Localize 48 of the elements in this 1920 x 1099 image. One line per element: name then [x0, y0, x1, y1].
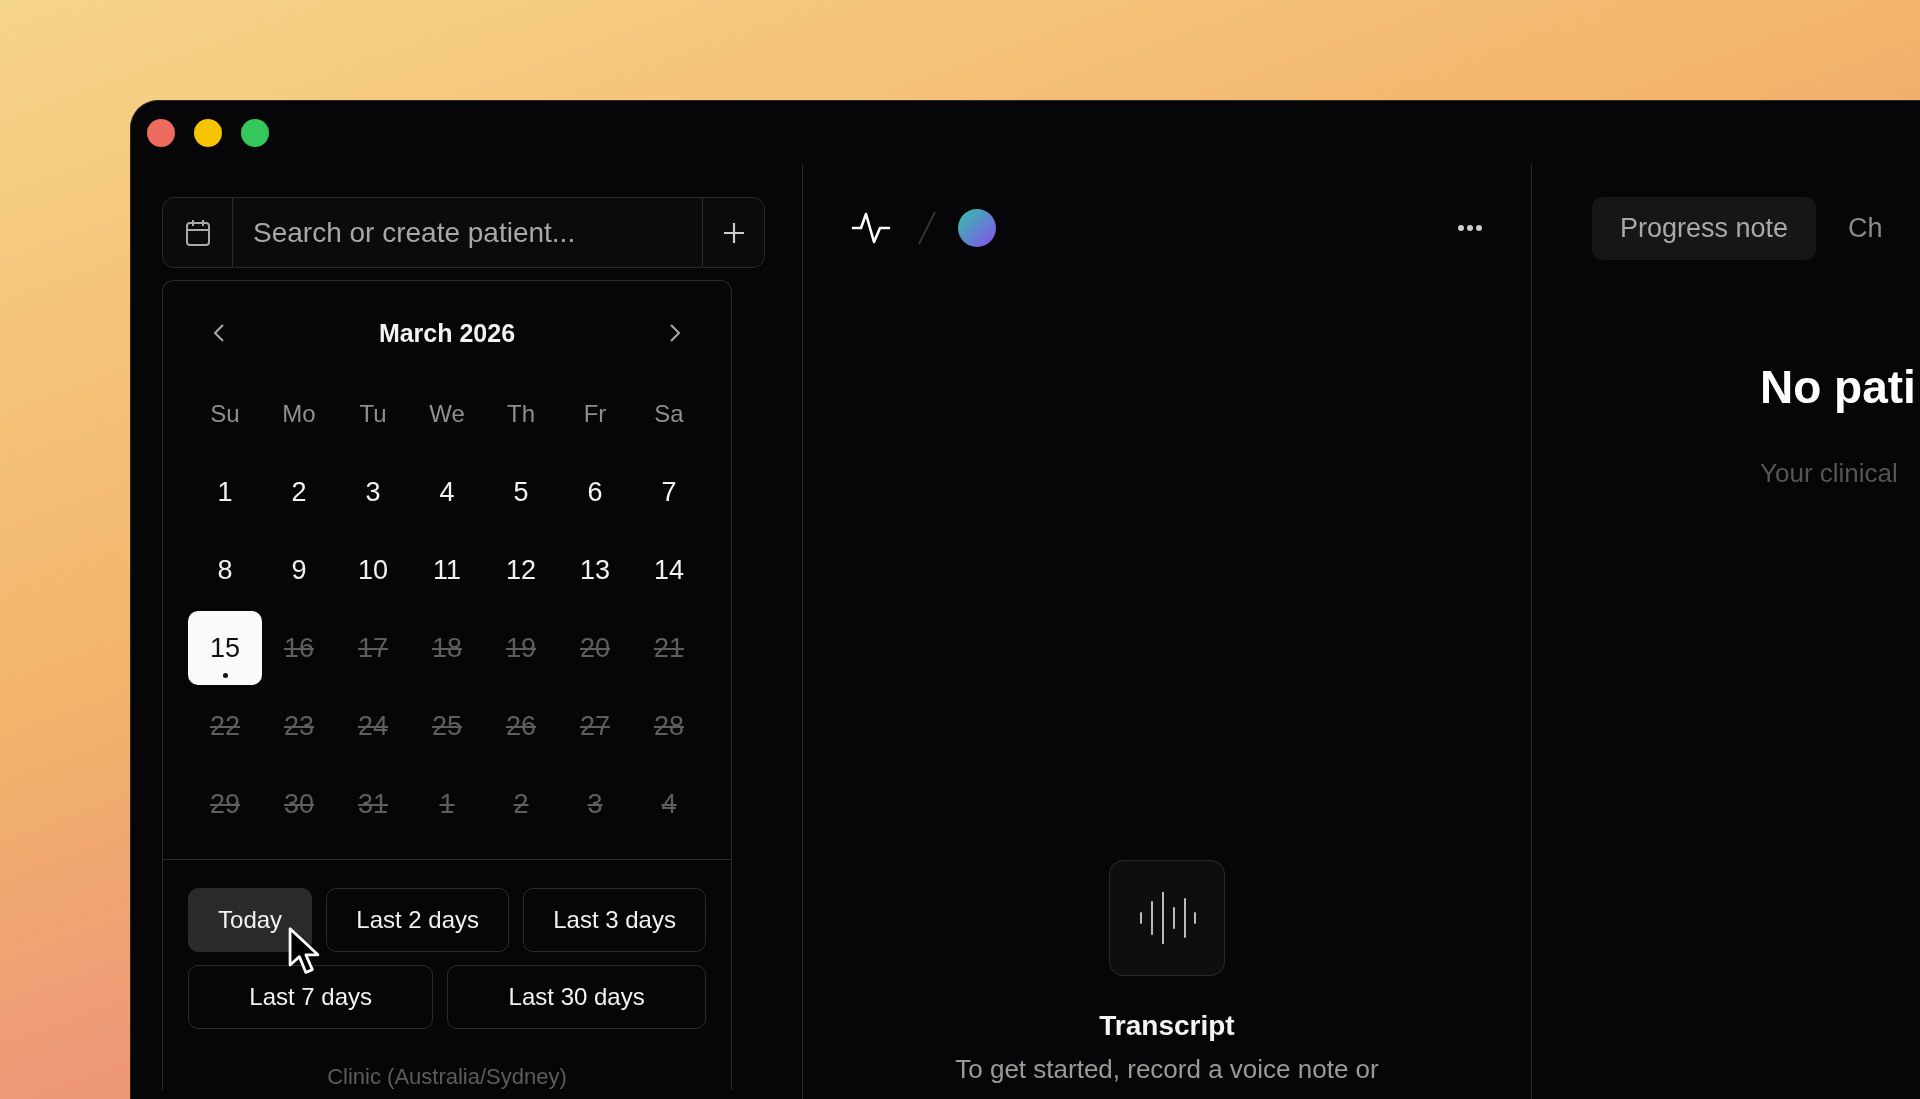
minimize-button[interactable] [194, 118, 222, 147]
calendar-day[interactable]: 1 [188, 455, 262, 529]
weekday-label: Th [506, 399, 536, 429]
date-range-button[interactable]: Last 30 days [447, 965, 706, 1029]
date-range-button[interactable]: Last 2 days [326, 888, 510, 952]
transcript-description: To get started, record a voice note or [955, 1054, 1379, 1085]
chevron-right-icon [668, 322, 682, 344]
weekday-label: Su [209, 399, 241, 429]
weekday-label: Sa [653, 399, 685, 429]
calendar-day[interactable]: 2 [262, 455, 336, 529]
calendar-button[interactable] [162, 197, 233, 268]
timezone-label: Clinic (Australia/Sydney) [326, 1064, 568, 1090]
calendar-day[interactable]: 10 [336, 533, 410, 607]
calendar-day[interactable]: 7 [632, 455, 706, 529]
calendar-day[interactable]: 8 [188, 533, 262, 607]
calendar-day[interactable]: 3 [336, 455, 410, 529]
empty-state-text: Your clinical [1760, 458, 1899, 489]
calendar-day[interactable]: 11 [410, 533, 484, 607]
more-icon [1457, 224, 1483, 232]
note-tab[interactable]: Ch [1820, 197, 1911, 260]
weekday-label: We [428, 399, 466, 429]
calendar-day[interactable]: 9 [262, 533, 336, 607]
waveform-icon [1137, 892, 1197, 944]
maximize-button[interactable] [241, 118, 269, 147]
note-tab[interactable]: Progress note [1592, 197, 1817, 260]
avatar-icon[interactable] [957, 208, 997, 248]
calendar-day[interactable]: 13 [558, 533, 632, 607]
date-range-button[interactable]: Today [188, 888, 313, 952]
weekday-label: Tu [358, 399, 388, 429]
close-button[interactable] [147, 118, 175, 147]
weekday-label: Fr [582, 399, 608, 429]
transcript-title: Transcript [1099, 1010, 1235, 1042]
date-range-button[interactable]: Last 3 days [523, 888, 706, 952]
calendar-day[interactable]: 4 [410, 455, 484, 529]
weekday-label: Mo [281, 399, 317, 429]
calendar-day[interactable]: 15 [188, 611, 262, 685]
slash-separator [915, 210, 939, 246]
chevron-left-icon [212, 322, 226, 344]
plus-icon [721, 220, 746, 245]
calendar-day[interactable]: 12 [484, 533, 558, 607]
month-title: March 2026 [378, 318, 516, 348]
search-field[interactable]: Search or create patient... [233, 197, 702, 268]
empty-state-heading: No pati [1760, 360, 1917, 414]
calendar-day[interactable]: 14 [632, 533, 706, 607]
calendar-icon [184, 218, 211, 247]
calendar-day[interactable]: 5 [484, 455, 558, 529]
calendar-day[interactable]: 6 [558, 455, 632, 529]
more-options-button[interactable] [1457, 224, 1483, 232]
